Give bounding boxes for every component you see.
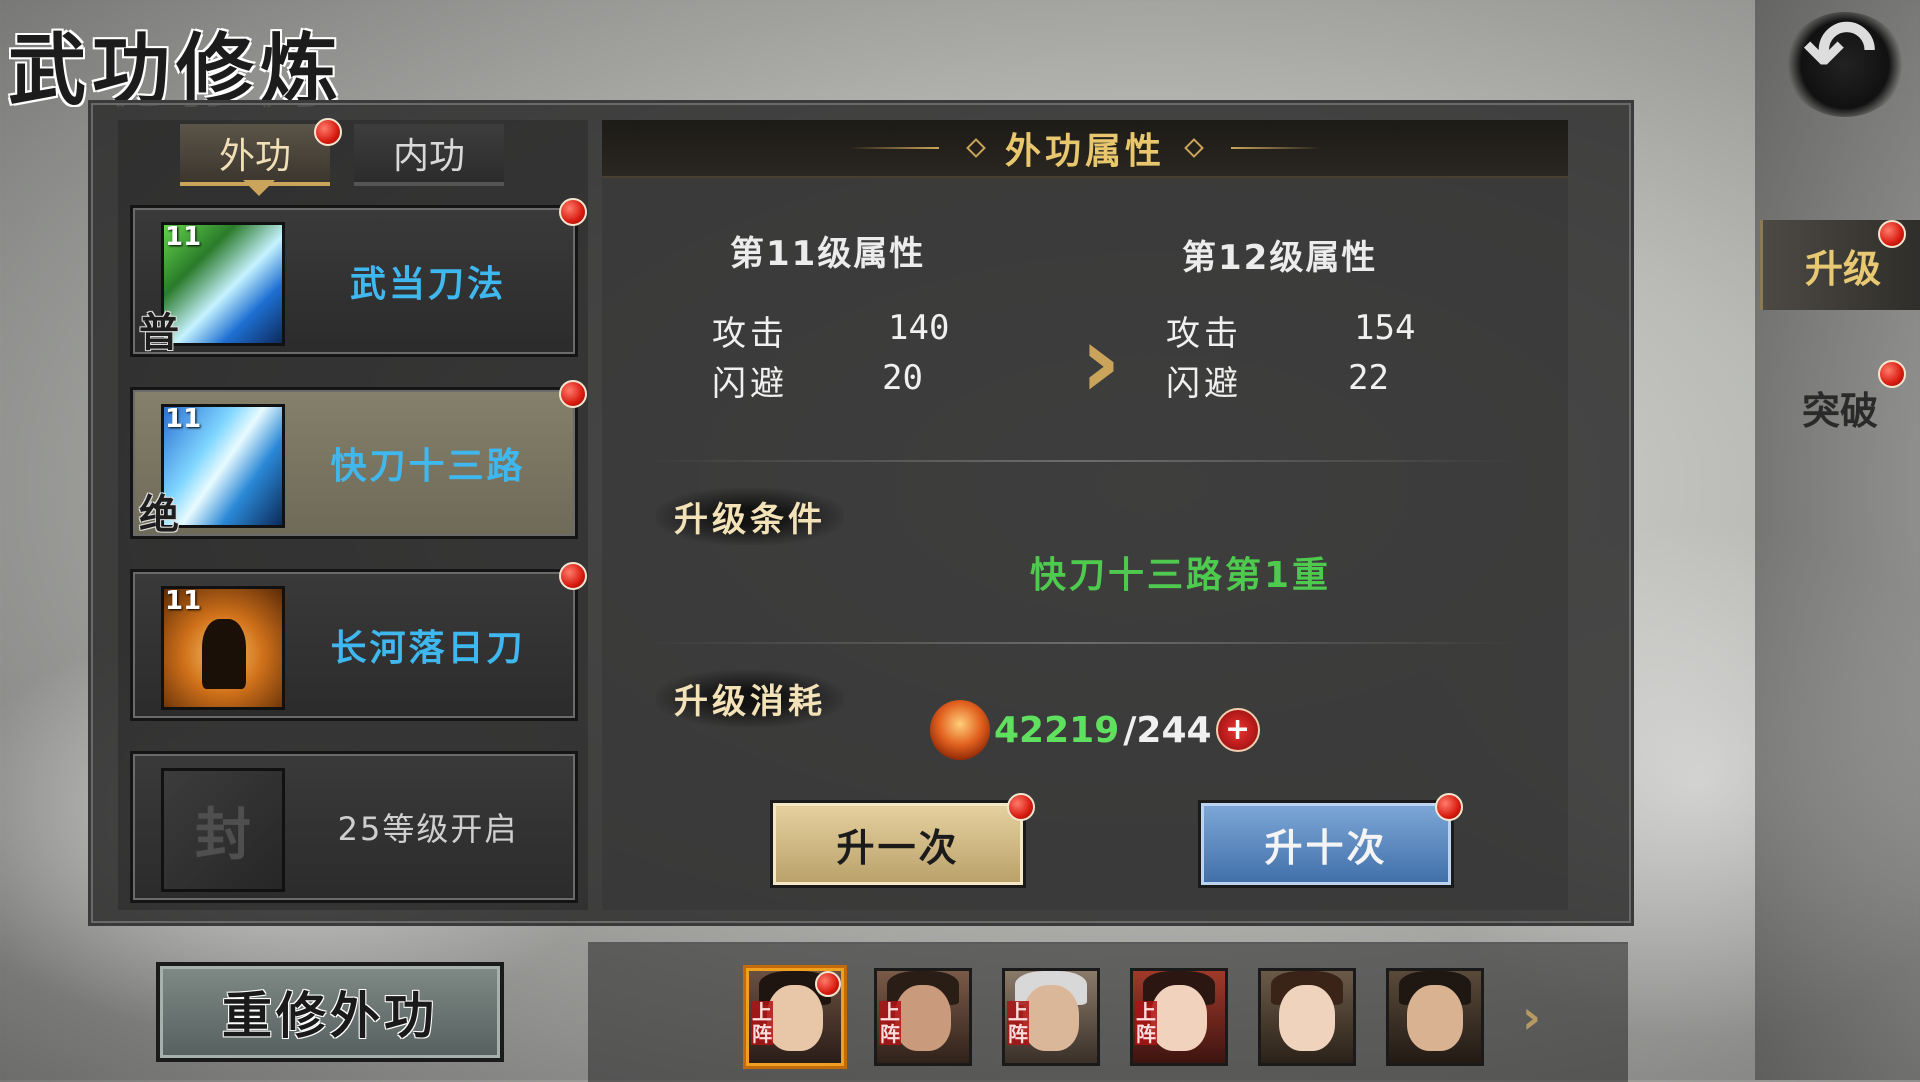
fighter-silhouette	[202, 619, 246, 689]
hero-face	[1023, 985, 1079, 1051]
notification-dot	[559, 380, 587, 408]
stat-name: 闪避	[1166, 364, 1242, 404]
skill-item[interactable]: 11 普 武当刀法	[130, 198, 587, 357]
stat-name: 闪避	[712, 364, 788, 404]
scroll-right-arrow-icon[interactable]: ›	[1522, 990, 1541, 1044]
notification-dot	[815, 971, 841, 997]
active-tab-caret-icon	[243, 180, 275, 196]
cultivation-points-icon	[930, 700, 990, 760]
next-level-title: 第12级属性	[1182, 238, 1378, 278]
tab-internal-kungfu[interactable]: 内功	[354, 124, 504, 186]
attribute-header-title: 外功属性	[1004, 131, 1165, 172]
stat-name: 攻击	[1166, 314, 1242, 354]
notification-dot	[559, 198, 587, 226]
diamond-icon	[966, 138, 986, 158]
upgrade-once-button[interactable]: 升一次	[770, 793, 1035, 888]
diamond-icon	[1184, 138, 1204, 158]
hero-deployed-tag: 上阵	[879, 1000, 901, 1046]
hero-face	[1407, 985, 1463, 1051]
skill-name: 武当刀法	[349, 264, 506, 305]
notification-dot	[314, 118, 342, 146]
upgrade-condition-value: 快刀十三路第1重	[1030, 555, 1332, 596]
back-arrow-icon: ↶	[1803, 0, 1877, 103]
skill-rank: 普	[139, 309, 179, 356]
notification-dot	[1878, 360, 1906, 388]
add-points-button[interactable]: +	[1215, 708, 1260, 752]
back-button[interactable]: ↶	[1785, 0, 1920, 125]
stat-value: 20	[882, 358, 923, 398]
hero-face	[1279, 985, 1335, 1051]
hero-portrait[interactable]: 上阵	[874, 968, 972, 1066]
upgrade-cost-label: 升级消耗	[656, 670, 844, 727]
divider	[640, 642, 1520, 644]
side-column	[1755, 0, 1920, 1080]
hero-deployed-tag: 上阵	[1135, 1000, 1157, 1046]
hero-deployed-tag: 上阵	[1007, 1000, 1029, 1046]
tab-label: 内功	[392, 136, 465, 177]
button-label: 升一次	[836, 825, 960, 870]
stat-value: 22	[1348, 358, 1389, 398]
hero-face	[767, 985, 823, 1051]
rebuild-external-button[interactable]: 重修外功	[156, 962, 504, 1062]
arrow-right-icon: ›	[1080, 303, 1122, 420]
lock-seal-text: 封	[195, 801, 251, 868]
notification-dot	[1435, 793, 1463, 821]
tab-external-kungfu[interactable]: 外功	[180, 124, 330, 186]
notification-dot	[1878, 220, 1906, 248]
hero-portrait[interactable]: 上阵	[746, 968, 844, 1066]
lock-seal-icon: 封	[161, 768, 285, 892]
skill-rank: 绝	[139, 491, 179, 538]
skill-item[interactable]: 11 长河落日刀	[130, 562, 587, 721]
skill-item-locked[interactable]: 封 25等级开启	[130, 751, 578, 903]
hero-deployed-tag: 上阵	[751, 1000, 773, 1046]
hero-portrait[interactable]: 上阵	[1002, 968, 1100, 1066]
unlock-requirement: 25等级开启	[337, 810, 519, 848]
skill-name: 长河落日刀	[330, 628, 526, 669]
side-tab-label: 升级	[1804, 245, 1881, 291]
upgrade-ten-button[interactable]: 升十次	[1198, 793, 1463, 888]
skill-level: 11	[165, 586, 202, 616]
stat-name: 攻击	[712, 314, 788, 354]
button-label: 升十次	[1264, 825, 1388, 870]
hero-portrait[interactable]: 上阵	[1130, 968, 1228, 1066]
current-level-title: 第11级属性	[730, 234, 926, 274]
header-line	[1231, 147, 1321, 149]
hero-portrait[interactable]	[1258, 968, 1356, 1066]
cost-need: /244	[1123, 709, 1212, 751]
hero-face	[1151, 985, 1207, 1051]
skill-level: 11	[165, 222, 202, 252]
divider	[640, 460, 1520, 462]
notification-dot	[1007, 793, 1035, 821]
skill-name: 快刀十三路	[330, 446, 526, 487]
cost-have: 42219	[994, 709, 1120, 751]
hero-portrait[interactable]	[1386, 968, 1484, 1066]
skill-item-selected[interactable]: 11 绝 快刀十三路	[130, 380, 587, 539]
side-tab-label: 突破	[1801, 387, 1878, 433]
notification-dot	[559, 562, 587, 590]
header-line	[848, 147, 939, 149]
upgrade-cost: 42219 /244 +	[930, 700, 1260, 760]
tab-label: 外功	[218, 136, 291, 177]
stat-value: 140	[888, 308, 950, 348]
skill-level: 11	[165, 404, 202, 434]
attribute-header: 外功属性	[602, 120, 1568, 178]
stat-value: 154	[1354, 308, 1416, 348]
upgrade-condition-label: 升级条件	[656, 488, 844, 545]
hero-face	[895, 985, 951, 1051]
